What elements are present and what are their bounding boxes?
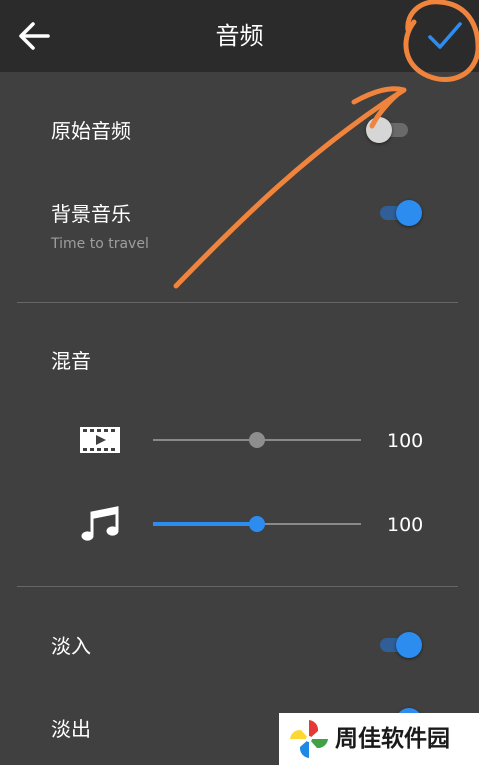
video-volume-value: 100 [387, 430, 424, 452]
background-music-toggle[interactable] [376, 198, 422, 228]
confirm-button[interactable] [420, 14, 468, 58]
video-volume-thumb[interactable] [249, 432, 265, 448]
film-icon [79, 425, 121, 455]
pinwheel-logo [290, 720, 328, 758]
page-title: 音频 [215, 22, 264, 50]
mix-label: 混音 [51, 349, 91, 373]
watermark: 周佳软件园 [279, 713, 479, 765]
original-audio-toggle[interactable] [366, 115, 412, 145]
video-volume-slider[interactable] [153, 430, 361, 450]
fade-in-toggle[interactable] [376, 630, 422, 660]
background-music-track-name: Time to travel [51, 236, 149, 252]
music-volume-slider[interactable] [153, 514, 361, 534]
fade-out-label: 淡出 [51, 717, 91, 741]
music-volume-thumb[interactable] [249, 516, 265, 532]
divider [17, 302, 458, 303]
original-audio-label: 原始音频 [51, 119, 131, 143]
divider [17, 586, 458, 587]
fade-in-label: 淡入 [51, 634, 91, 658]
watermark-text: 周佳软件园 [335, 726, 450, 752]
music-note-icon [80, 505, 120, 543]
checkmark-icon [428, 22, 462, 49]
background-music-label: 背景音乐 [51, 202, 131, 226]
music-volume-value: 100 [387, 514, 424, 536]
top-app-bar: 音频 [0, 0, 479, 72]
